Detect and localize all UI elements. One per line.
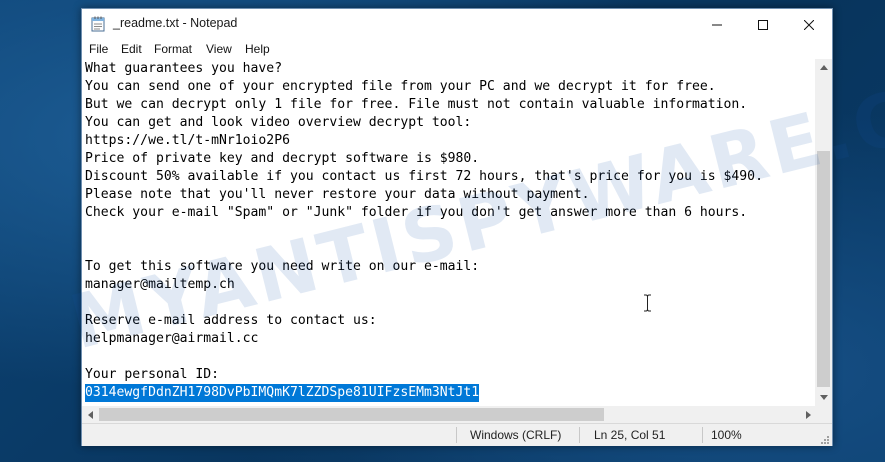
status-encoding: Windows (CRLF): [470, 428, 562, 442]
text-line: Reserve e-mail address to contact us:: [85, 313, 377, 328]
status-position: Ln 25, Col 51: [594, 428, 666, 442]
minimize-button[interactable]: [694, 9, 740, 39]
text-line: https://we.tl/t-mNr1oio2P6: [85, 133, 290, 148]
text-line: Your personal ID:: [85, 367, 220, 382]
minimize-icon: [712, 15, 722, 34]
text-line: manager@mailtemp.ch: [85, 277, 235, 292]
text-line: What guarantees you have?: [85, 61, 283, 76]
status-divider: [702, 427, 703, 443]
horizontal-scroll-thumb[interactable]: [99, 408, 604, 421]
scrollbar-corner: [815, 406, 832, 423]
text-line: But we can decrypt only 1 file for free.…: [85, 97, 748, 112]
menu-help[interactable]: Help: [245, 42, 270, 56]
close-icon: [803, 15, 815, 34]
maximize-button[interactable]: [740, 9, 786, 39]
resize-grip-icon[interactable]: [820, 434, 830, 444]
window-title: _readme.txt - Notepad: [113, 16, 238, 30]
text-cursor-icon: [643, 294, 652, 312]
notepad-icon: [91, 16, 105, 32]
vertical-scroll-thumb[interactable]: [817, 151, 830, 387]
status-divider: [579, 427, 580, 443]
text-line: Please note that you'll never restore yo…: [85, 187, 590, 202]
notepad-window: _readme.txt - Notepad File Edit Format V…: [81, 8, 833, 446]
scroll-down-icon[interactable]: [815, 389, 832, 406]
menu-view[interactable]: View: [206, 42, 232, 56]
text-line: helpmanager@airmail.cc: [85, 331, 259, 346]
status-zoom: 100%: [711, 428, 742, 442]
status-bar: Windows (CRLF) Ln 25, Col 51 100%: [82, 423, 832, 446]
close-button[interactable]: [786, 9, 832, 39]
menu-file[interactable]: File: [89, 42, 108, 56]
text-line: You can send one of your encrypted file …: [85, 79, 716, 94]
text-line: Price of private key and decrypt softwar…: [85, 151, 480, 166]
vertical-scrollbar[interactable]: [815, 59, 832, 406]
selected-personal-id[interactable]: 0314ewgfDdnZH1798DvPbIMQmK7lZZDSpe81UIFz…: [85, 384, 480, 402]
scroll-up-icon[interactable]: [815, 59, 832, 76]
text-line: Discount 50% available if you contact us…: [85, 169, 763, 184]
horizontal-scrollbar[interactable]: [82, 406, 817, 423]
title-bar[interactable]: _readme.txt - Notepad: [82, 9, 832, 39]
scroll-left-icon[interactable]: [82, 406, 99, 423]
menu-bar: File Edit Format View Help: [82, 39, 832, 59]
text-line: You can get and look video overview decr…: [85, 115, 472, 130]
menu-edit[interactable]: Edit: [121, 42, 142, 56]
status-divider: [456, 427, 457, 443]
menu-format[interactable]: Format: [154, 42, 192, 56]
text-line: To get this software you need write on o…: [85, 259, 480, 274]
maximize-icon: [758, 15, 768, 34]
text-line: Check your e-mail "Spam" or "Junk" folde…: [85, 205, 748, 220]
text-editor[interactable]: What guarantees you have? You can send o…: [82, 59, 817, 406]
